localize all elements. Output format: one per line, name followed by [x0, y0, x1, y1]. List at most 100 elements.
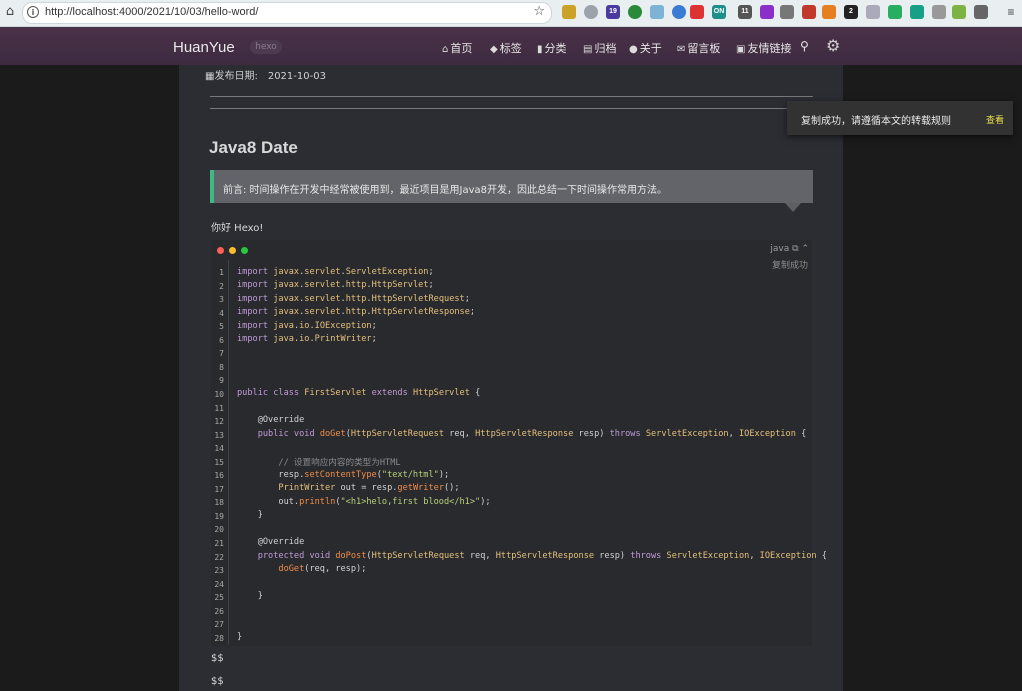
caret-down-icon [785, 203, 801, 212]
code-line: import java.io.PrintWriter; [237, 334, 377, 344]
preface-blockquote: 前言: 时间操作在开发中经常被使用到，最近项目是用Java8开发，因此总结一下时… [210, 170, 813, 203]
extension-badge-icon[interactable]: 2 [844, 5, 858, 19]
extension-badge-icon[interactable]: 19 [606, 5, 620, 19]
line-number: 10 [214, 389, 224, 399]
nav-label: 留言板 [687, 42, 721, 55]
extension-icon[interactable] [780, 5, 794, 19]
post-title: Java8 Date [209, 138, 298, 157]
extension-icon[interactable] [672, 5, 686, 19]
code-line: } [237, 591, 263, 601]
info-icon[interactable]: i [27, 6, 39, 18]
extension-icon[interactable] [952, 5, 966, 19]
extension-icon[interactable] [866, 5, 880, 19]
extension-icon[interactable] [888, 5, 902, 19]
line-number: 25 [214, 593, 224, 603]
line-number: 20 [214, 525, 224, 535]
toast-view-button[interactable]: 查看 [986, 113, 1004, 126]
nav-label: 首页 [450, 42, 473, 55]
toast-message: 复制成功，请遵循本文的转载规则 [801, 116, 951, 127]
collapse-icon[interactable]: ⌃ [801, 244, 809, 254]
nav-categories[interactable]: ▮ 分类 [537, 40, 567, 56]
code-line: import javax.servlet.http.HttpServlet; [237, 280, 434, 290]
code-line: import javax.servlet.http.HttpServletRes… [237, 307, 476, 317]
copy-icon[interactable]: ⧉ [792, 244, 798, 254]
category-icon: ▮ [537, 44, 543, 55]
line-number: 1 [219, 268, 224, 277]
tags-icon: ◆ [490, 44, 498, 55]
site-brand[interactable]: HuanYue [173, 39, 235, 56]
line-number: 16 [214, 471, 224, 481]
extension-icon[interactable] [760, 5, 774, 19]
nav-guestbook[interactable]: ✉ 留言板 [677, 40, 720, 56]
extension-badge-icon[interactable]: ON [712, 5, 726, 19]
line-number: 19 [214, 511, 224, 521]
browser-toolbar: ⌂ i http://localhost:4000/2021/10/03/hel… [0, 0, 1022, 27]
extension-icon[interactable] [910, 5, 924, 19]
code-line: @Override [257, 537, 305, 547]
line-number: 26 [214, 606, 224, 616]
line-number: 23 [214, 566, 224, 576]
line-number: 11 [214, 403, 224, 413]
line-number: 8 [219, 362, 224, 372]
nav-tags[interactable]: ◆ 标签 [490, 40, 522, 56]
extension-icon[interactable] [822, 5, 836, 19]
divider [210, 108, 813, 109]
nav-label: 关于 [639, 42, 662, 55]
code-line: protected void doPost(HttpServletRequest… [257, 551, 827, 561]
code-toolbar: java ⧉ ⌃ [770, 244, 809, 254]
home-icon[interactable]: ⌂ [2, 4, 18, 20]
line-number: 9 [219, 376, 224, 386]
line-number: 5 [219, 322, 224, 332]
line-number: 13 [214, 430, 224, 440]
extension-icon[interactable] [932, 5, 946, 19]
nav-friend-links[interactable]: ▣ 友情链接 [736, 40, 791, 56]
nav-home[interactable]: ⌂ 首页 [442, 40, 472, 56]
extension-icon[interactable] [584, 5, 598, 19]
snackbar-toast: 复制成功，请遵循本文的转载规则 查看 [787, 101, 1013, 135]
extension-icon[interactable] [650, 5, 664, 19]
post-date: 2021-10-03 [267, 71, 326, 82]
line-number: 2 [219, 281, 224, 291]
extension-icon[interactable] [628, 5, 642, 19]
line-number: 22 [214, 552, 224, 562]
menu-icon[interactable]: ≡ [1004, 5, 1018, 19]
divider [210, 96, 813, 97]
line-number: 24 [214, 579, 224, 589]
extension-icon[interactable] [690, 5, 704, 19]
search-icon[interactable]: ⚲ [800, 39, 809, 53]
line-number: 15 [214, 457, 224, 467]
url-text[interactable]: http://localhost:4000/2021/10/03/hello-w… [45, 6, 258, 18]
line-number: 28 [214, 633, 224, 643]
nav-about[interactable]: ● 关于 [629, 40, 662, 56]
extension-icon[interactable] [562, 5, 576, 19]
extension-icon[interactable] [802, 5, 816, 19]
extension-badge-icon[interactable]: 11 [738, 5, 752, 19]
line-number: 12 [214, 417, 224, 427]
window-dot-green [241, 247, 248, 254]
code-line: out.println("<h1>helo,first blood</h1>")… [237, 497, 491, 507]
code-line: // 设置响应内容的类型为HTML [278, 458, 401, 468]
bookmark-star-icon[interactable]: ☆ [533, 4, 545, 19]
line-number: 14 [214, 444, 224, 454]
window-dot-red [217, 247, 224, 254]
extensions-puzzle-icon[interactable] [974, 5, 988, 19]
line-number: 27 [214, 620, 224, 630]
user-icon: ● [629, 44, 638, 55]
nav-archive[interactable]: ▤ 归档 [583, 40, 616, 56]
code-line: } [237, 632, 243, 642]
brand-tag: hexo [250, 40, 282, 54]
code-line: doGet(req, resp); [278, 564, 367, 574]
copied-label: 复制成功 [771, 261, 808, 271]
preface-text: 前言: 时间操作在开发中经常被使用到，最近项目是用Java8开发，因此总结一下时… [223, 185, 668, 196]
code-line: import java.io.IOException; [237, 321, 377, 331]
line-number: 3 [219, 295, 224, 305]
line-number: 17 [214, 484, 224, 494]
address-bar[interactable]: i http://localhost:4000/2021/10/03/hello… [22, 2, 552, 24]
nav-label: 归档 [594, 42, 617, 55]
gear-icon[interactable]: ⚙ [826, 36, 840, 55]
code-line: } [237, 510, 263, 520]
code-line: resp.setContentType("text/html"); [237, 470, 450, 480]
code-line: public class FirstServlet extends HttpSe… [237, 388, 481, 398]
code-line: PrintWriter out = resp.getWriter(); [278, 483, 460, 493]
site-header: HuanYue hexo ⌂ 首页 ◆ 标签 ▮ 分类 ▤ 归档 ● 关于 ✉ 留言板 ▣ 友… [0, 27, 1022, 65]
